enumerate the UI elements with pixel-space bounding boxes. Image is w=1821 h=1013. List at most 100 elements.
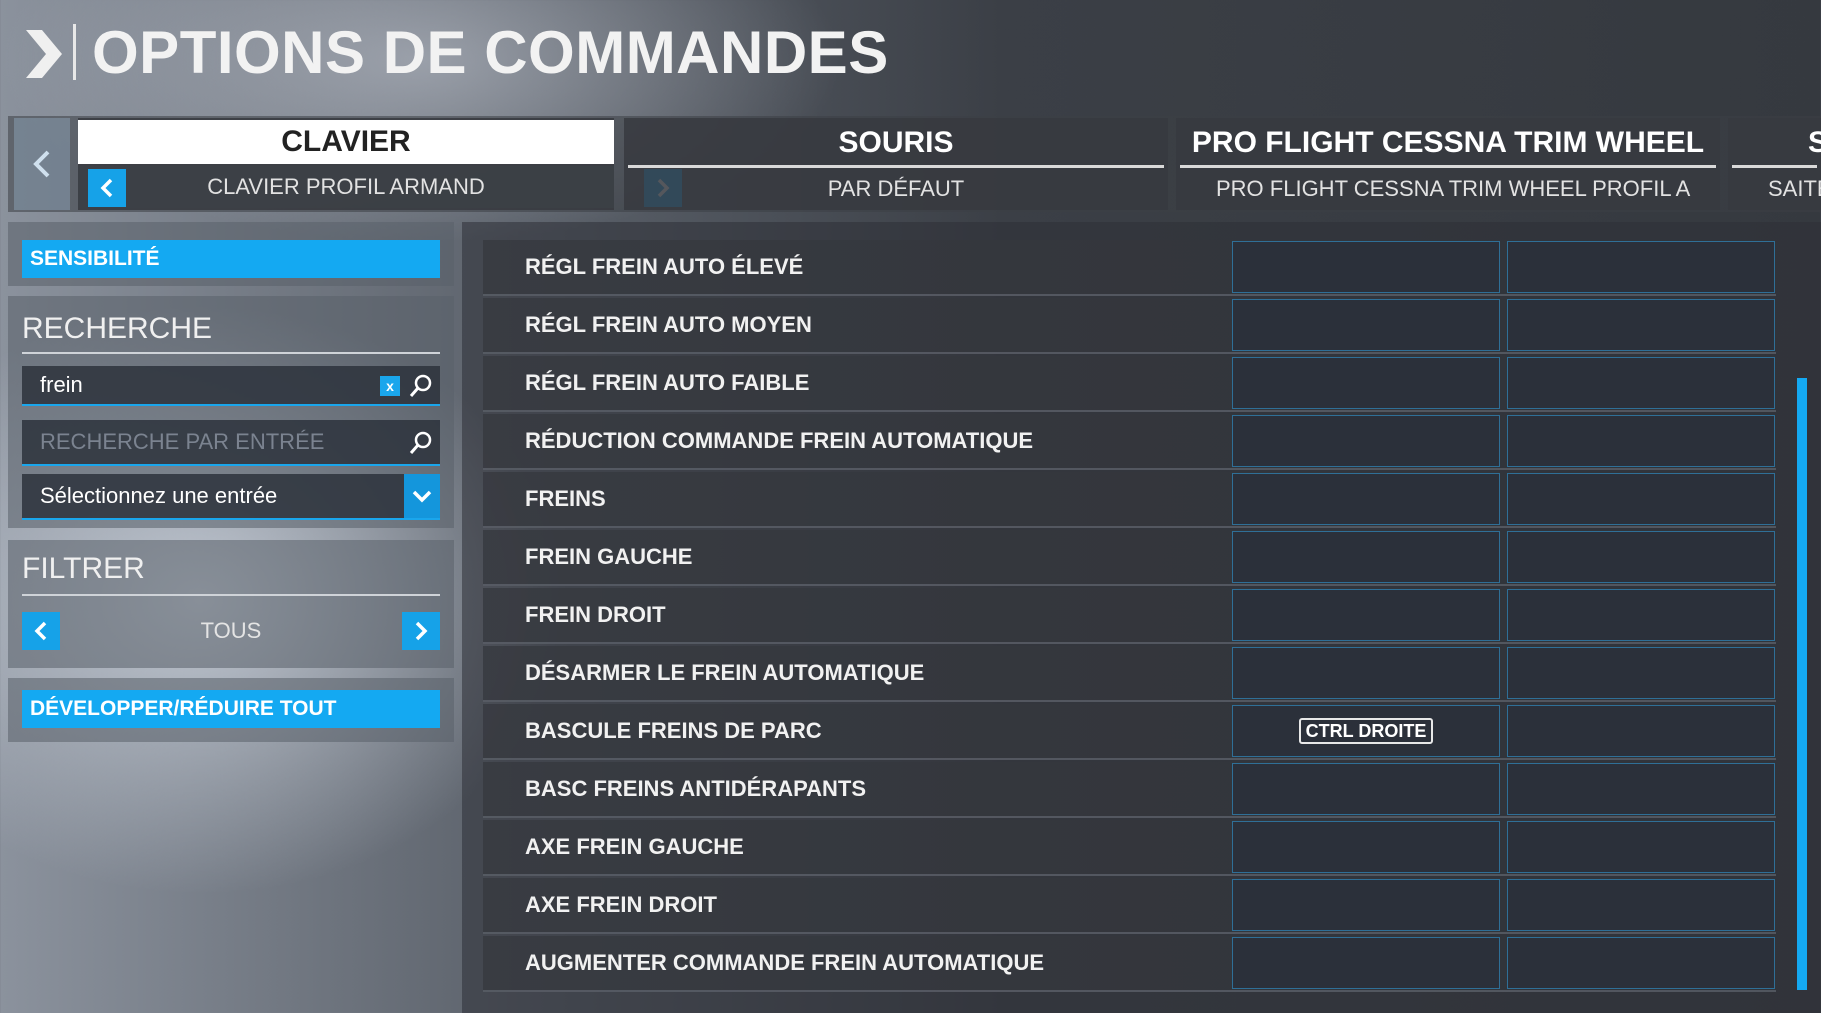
search-divider [22,352,440,354]
tab-souris[interactable]: SOURIS PAR DÉFAUT [624,118,1168,210]
chevron-down-icon [412,490,432,503]
bindings-list: RÉGL FREIN AUTO ÉLEVÉ RÉGL FREIN AUTO MO… [462,222,1821,1013]
primary-binding-slot[interactable] [1232,763,1500,815]
search-icon[interactable] [408,373,434,399]
expand-collapse-all-button[interactable]: DÉVELOPPER/RÉDUIRE TOUT [22,690,440,728]
secondary-binding-slot[interactable] [1507,357,1775,409]
page-header: OPTIONS DE COMMANDES [0,0,1821,108]
page-title: OPTIONS DE COMMANDES [92,19,889,86]
binding-row[interactable]: FREIN GAUCHE [483,530,1776,586]
binding-row[interactable]: BASC FREINS ANTIDÉRAPANTS [483,762,1776,818]
binding-row[interactable]: RÉGL FREIN AUTO ÉLEVÉ [483,240,1776,296]
binding-action-label: RÉGL FREIN AUTO FAIBLE [525,370,810,395]
tab-name: PRO FLIGHT CESSNA TRIM WHEEL [1191,126,1705,159]
chevron-right-icon [26,30,62,78]
binding-action-label: AXE FREIN GAUCHE [525,834,744,859]
primary-binding-slot[interactable] [1232,357,1500,409]
clear-search-button[interactable]: x [380,376,400,396]
search-title: RECHERCHE [22,312,213,345]
secondary-binding-slot[interactable] [1507,473,1775,525]
binding-row[interactable]: RÉDUCTION COMMANDE FREIN AUTOMATIQUE [483,414,1776,470]
tab-profile: CLAVIER PROFIL ARMAND [78,166,614,208]
tab-profile: PRO FLIGHT CESSNA TRIM WHEEL PROFIL A [1216,176,1691,201]
tabs-prev-button[interactable] [14,118,70,210]
chevron-right-icon [415,621,428,641]
scrollbar-thumb[interactable] [1797,378,1807,990]
sensitivity-panel: SENSIBILITÉ [8,222,454,286]
primary-binding-slot[interactable] [1232,415,1500,467]
secondary-binding-slot[interactable] [1507,299,1775,351]
primary-binding-slot[interactable] [1232,589,1500,641]
binding-action-label: BASC FREINS ANTIDÉRAPANTS [525,776,867,801]
binding-row[interactable]: DÉSARMER LE FREIN AUTOMATIQUE [483,646,1776,702]
binding-row[interactable]: RÉGL FREIN AUTO MOYEN [483,298,1776,354]
tab-clavier[interactable]: CLAVIER CLAVIER PROFIL ARMAND [78,118,682,210]
binding-action-label: DÉSARMER LE FREIN AUTOMATIQUE [525,660,925,685]
primary-binding-slot[interactable] [1232,937,1500,989]
binding-action-label: RÉGL FREIN AUTO MOYEN [525,312,812,337]
input-search-placeholder: RECHERCHE PAR ENTRÉE [40,429,325,454]
secondary-binding-slot[interactable] [1507,879,1775,931]
binding-row[interactable]: RÉGL FREIN AUTO FAIBLE [483,356,1776,412]
chevron-left-icon [33,150,50,178]
tab-divider [1180,165,1716,168]
binding-action-label: FREINS [525,486,606,511]
secondary-binding-slot[interactable] [1507,647,1775,699]
binding-row[interactable]: AXE FREIN GAUCHE [483,820,1776,876]
binding-action-label: AUGMENTER COMMANDE FREIN AUTOMATIQUE [525,950,1045,975]
primary-binding-slot[interactable] [1232,241,1500,293]
primary-binding-slot[interactable] [1232,531,1500,583]
tab-profile: SAITE [1768,176,1821,201]
search-panel: RECHERCHE frein x RECHERCHE PAR ENTRÉE S… [8,296,454,528]
filter-next-button[interactable] [402,612,440,650]
tab-name: CLAVIER [78,120,614,164]
key-binding-badge: CTRL DROITE [1298,718,1434,744]
primary-binding-slot[interactable] [1232,473,1500,525]
profile-prev-button[interactable] [88,169,126,207]
binding-action-label: BASCULE FREINS DE PARC [525,718,822,743]
tab-profile: PAR DÉFAUT [827,176,965,201]
primary-binding-slot[interactable] [1232,821,1500,873]
search-input[interactable]: frein x [22,366,440,406]
device-tabs: CLAVIER CLAVIER PROFIL ARMAND SOURIS PAR… [8,116,1821,212]
filter-panel: FILTRER TOUS [8,540,454,668]
title-divider [73,24,76,80]
secondary-binding-slot[interactable] [1507,705,1775,757]
primary-binding-slot[interactable] [1232,647,1500,699]
secondary-binding-slot[interactable] [1507,937,1775,989]
tab-name: SOURIS [838,126,954,159]
dropdown-toggle[interactable] [404,474,440,518]
binding-row[interactable]: BASCULE FREINS DE PARC CTRL DROITE [483,704,1776,760]
binding-row[interactable]: AUGMENTER COMMANDE FREIN AUTOMATIQUE [483,936,1776,992]
tab-divider [1732,165,1817,168]
filter-divider [22,594,440,596]
binding-action-label: AXE FREIN DROIT [525,892,717,917]
primary-binding-slot[interactable] [1232,299,1500,351]
primary-binding-slot[interactable] [1232,879,1500,931]
binding-row[interactable]: FREIN DROIT [483,588,1776,644]
secondary-binding-slot[interactable] [1507,763,1775,815]
secondary-binding-slot[interactable] [1507,821,1775,873]
tab-name: S [1808,126,1821,159]
binding-row[interactable]: FREINS [483,472,1776,528]
filter-value: TOUS [200,618,262,643]
tab-pro-flight[interactable]: PRO FLIGHT CESSNA TRIM WHEEL PRO FLIGHT … [1176,118,1720,210]
binding-row[interactable]: AXE FREIN DROIT [483,878,1776,934]
tab-saitek[interactable]: S SAITE [1728,118,1821,210]
search-icon[interactable] [408,430,434,456]
input-select-dropdown[interactable]: Sélectionnez une entrée [22,474,440,520]
secondary-binding-slot[interactable] [1507,589,1775,641]
filter-title: FILTRER [22,552,145,585]
input-search-field[interactable]: RECHERCHE PAR ENTRÉE [22,420,440,466]
secondary-binding-slot[interactable] [1507,241,1775,293]
binding-action-label: RÉGL FREIN AUTO ÉLEVÉ [525,254,804,279]
primary-binding-slot[interactable]: CTRL DROITE [1232,705,1500,757]
sensitivity-button[interactable]: SENSIBILITÉ [22,240,440,278]
binding-action-label: FREIN GAUCHE [525,544,693,569]
binding-action-label: RÉDUCTION COMMANDE FREIN AUTOMATIQUE [525,428,1034,453]
tab-divider [628,165,1164,168]
chevron-left-icon [100,178,113,198]
search-input-value: frein [40,372,83,397]
secondary-binding-slot[interactable] [1507,415,1775,467]
secondary-binding-slot[interactable] [1507,531,1775,583]
